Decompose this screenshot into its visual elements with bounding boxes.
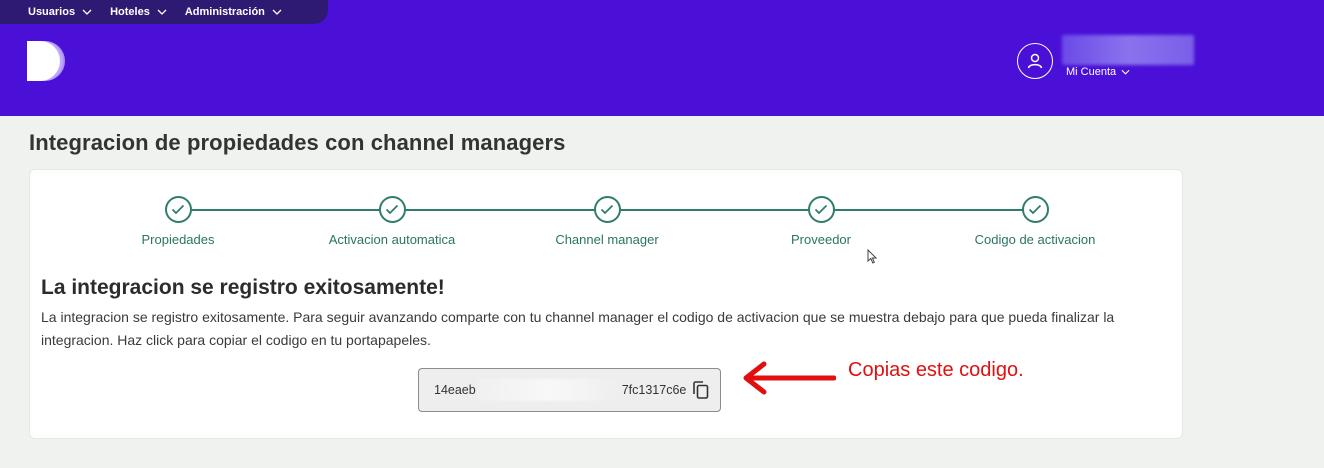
logo-icon[interactable]: [27, 41, 67, 81]
step-label: Codigo de activacion: [974, 232, 1096, 247]
nav-item-hoteles[interactable]: Hoteles: [110, 0, 167, 24]
step-proveedor: Proveedor: [741, 196, 901, 247]
step-label: Channel manager: [555, 232, 659, 247]
copy-icon[interactable]: [693, 381, 709, 399]
step-label: Proveedor: [791, 232, 851, 247]
chevron-down-icon: [272, 9, 282, 15]
chevron-down-icon: [82, 9, 92, 15]
app-header: Usuarios Hoteles Administración Mi Cuent…: [0, 0, 1324, 116]
user-icon: [1027, 53, 1043, 69]
code-redacted: [476, 379, 621, 401]
integration-card: Propiedades Activacion automatica Channe…: [29, 169, 1183, 439]
chevron-down-icon: [157, 9, 167, 15]
check-icon: [1028, 204, 1042, 215]
page-title: Integracion de propiedades con channel m…: [29, 130, 566, 155]
code-suffix: 7fc1317c6e: [621, 383, 687, 397]
step-check-circle: [164, 196, 192, 223]
account-avatar[interactable]: [1017, 43, 1053, 79]
nav-item-usuarios[interactable]: Usuarios: [28, 0, 92, 24]
chevron-down-icon: [1121, 69, 1130, 75]
step-check-circle: [1021, 196, 1049, 223]
check-icon: [600, 204, 614, 215]
arrow-left-icon: [743, 361, 836, 395]
step-codigo-activacion: Codigo de activacion: [955, 196, 1115, 247]
annotation-text: Copias este codigo.: [848, 359, 1024, 381]
check-icon: [171, 204, 185, 215]
top-nav: Usuarios Hoteles Administración: [0, 0, 328, 24]
activation-code-copy-button[interactable]: 14eaeb 7fc1317c6e: [418, 368, 721, 412]
account-menu-toggle[interactable]: Mi Cuenta: [1066, 66, 1130, 78]
step-channel-manager: Channel manager: [527, 196, 687, 247]
nav-item-administracion[interactable]: Administración: [185, 0, 282, 24]
success-text: La integracion se registro exitosamente.…: [41, 309, 1115, 348]
step-check-circle: [378, 196, 406, 223]
step-label: Activacion automatica: [328, 232, 456, 247]
check-icon: [385, 204, 399, 215]
account-menu-label: Mi Cuenta: [1066, 66, 1117, 78]
step-label: Propiedades: [141, 232, 215, 247]
mouse-cursor-icon: [867, 249, 877, 264]
success-title: La integracion se registro exitosamente!: [41, 276, 445, 299]
check-icon: [814, 204, 828, 215]
code-prefix: 14eaeb: [434, 383, 476, 397]
step-check-circle: [593, 196, 621, 223]
nav-item-label: Hoteles: [110, 6, 150, 18]
nav-item-label: Administración: [184, 6, 265, 18]
account-name-redacted: [1062, 35, 1194, 65]
step-check-circle: [807, 196, 835, 223]
nav-item-label: Usuarios: [28, 6, 76, 18]
step-propiedades: Propiedades: [98, 196, 258, 247]
step-activacion-automatica: Activacion automatica: [312, 196, 472, 247]
